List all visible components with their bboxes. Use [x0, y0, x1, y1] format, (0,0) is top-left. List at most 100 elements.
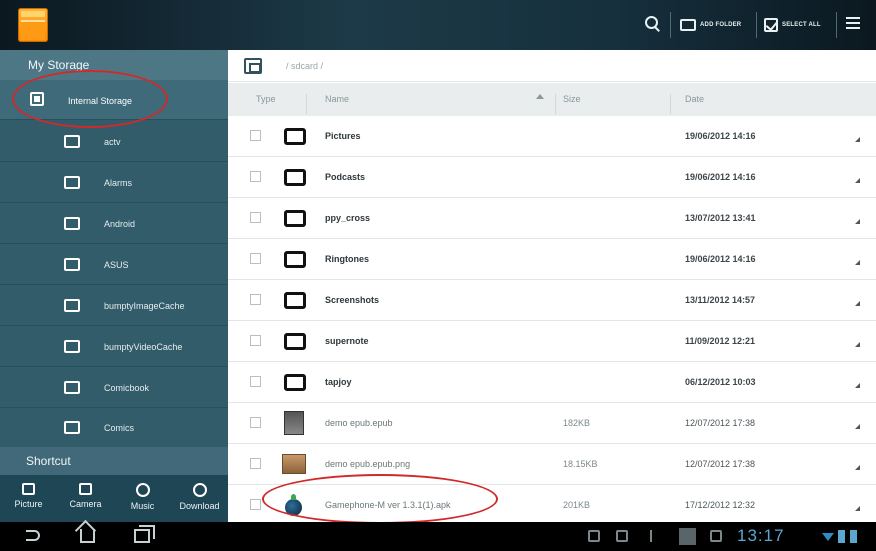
- file-date: 11/09/2012 12:21: [685, 336, 756, 346]
- row-menu-icon[interactable]: [855, 506, 860, 511]
- folder-icon: [64, 340, 80, 353]
- row-menu-icon[interactable]: [855, 178, 860, 183]
- file-row[interactable]: demo epub.epub 182KB 12/07/2012 17:38: [228, 403, 876, 444]
- row-menu-icon[interactable]: [855, 465, 860, 470]
- sidebar-item-internal-storage[interactable]: Internal Storage: [0, 80, 228, 120]
- file-row[interactable]: Gamephone-M ver 1.3.1(1).apk 201KB 17/12…: [228, 485, 876, 526]
- shortcut-label: Camera: [69, 499, 102, 509]
- sidebar-item-label: Android: [104, 219, 136, 229]
- file-row[interactable]: Ringtones 19/06/2012 14:16: [228, 239, 876, 280]
- sidebar-item-label: Comicbook: [104, 383, 150, 393]
- row-checkbox[interactable]: [250, 253, 261, 264]
- toolbar-divider: [836, 12, 837, 38]
- camera-icon: [79, 483, 92, 495]
- sidebar-item-label: Alarms: [104, 178, 133, 188]
- add-folder-button[interactable]: ADD FOLDER: [680, 13, 741, 37]
- search-icon[interactable]: [644, 15, 660, 31]
- file-row[interactable]: demo epub.epub.png 18.15KB 12/07/2012 17…: [228, 444, 876, 485]
- file-date: 19/06/2012 14:16: [685, 131, 756, 141]
- file-size: 182KB: [563, 418, 591, 428]
- sidebar-item-folder[interactable]: bumptyVideoCache: [0, 327, 228, 367]
- sidebar-item-folder[interactable]: ASUS: [0, 245, 228, 285]
- apk-file-icon: [284, 493, 304, 517]
- storage-icon: [30, 92, 44, 106]
- select-all-icon: [764, 18, 778, 32]
- file-date: 06/12/2012 10:03: [685, 377, 756, 387]
- back-icon[interactable]: [26, 530, 40, 541]
- sidebar-item-folder[interactable]: actv: [0, 122, 228, 162]
- folder-icon: [284, 128, 306, 145]
- row-menu-icon[interactable]: [855, 342, 860, 347]
- file-date: 19/06/2012 14:16: [685, 172, 756, 182]
- wifi-icon: [822, 533, 834, 541]
- music-icon: [135, 483, 150, 497]
- column-size[interactable]: Size: [563, 94, 581, 104]
- home-icon[interactable]: [80, 529, 95, 543]
- sidebar-item-folder[interactable]: Alarms: [0, 163, 228, 203]
- file-row[interactable]: Podcasts 19/06/2012 14:16: [228, 157, 876, 198]
- file-name: supernote: [325, 336, 369, 346]
- shortcut-label: Music: [130, 501, 155, 511]
- file-list-panel: / sdcard / Type Name Size Date Pictures …: [228, 50, 876, 526]
- row-menu-icon[interactable]: [855, 137, 860, 142]
- row-checkbox[interactable]: [250, 212, 261, 223]
- file-row[interactable]: Screenshots 13/11/2012 14:57: [228, 280, 876, 321]
- file-name: Pictures: [325, 131, 361, 141]
- storage-root-icon[interactable]: [244, 58, 262, 74]
- shortcut-music[interactable]: Music: [118, 475, 168, 522]
- folder-icon: [284, 292, 306, 309]
- sidebar-item-folder[interactable]: Comics: [0, 408, 228, 448]
- file-date: 12/07/2012 17:38: [685, 418, 756, 428]
- file-name: Podcasts: [325, 172, 366, 182]
- shortcut-label: Picture: [14, 499, 43, 509]
- column-type[interactable]: Type: [256, 94, 276, 104]
- row-menu-icon[interactable]: [855, 383, 860, 388]
- row-menu-icon[interactable]: [855, 424, 860, 429]
- select-all-label: SELECT ALL: [782, 22, 821, 28]
- file-row[interactable]: tapjoy 06/12/2012 10:03: [228, 362, 876, 403]
- epub-file-thumbnail: [284, 411, 304, 435]
- row-checkbox[interactable]: [250, 294, 261, 305]
- sidebar: My Storage Internal Storage actv Alarms …: [0, 50, 228, 522]
- file-manager-app: ADD FOLDER SELECT ALL My Storage Interna…: [0, 0, 876, 551]
- sidebar-item-folder[interactable]: bumptyImageCache: [0, 286, 228, 326]
- shortcut-download[interactable]: Download: [175, 475, 225, 522]
- row-checkbox[interactable]: [250, 130, 261, 141]
- folder-icon: [64, 258, 80, 271]
- column-date[interactable]: Date: [685, 94, 704, 104]
- toolbar-divider: [670, 12, 671, 38]
- sidebar-item-label: Comics: [104, 423, 135, 433]
- select-all-button[interactable]: SELECT ALL: [764, 13, 821, 37]
- row-checkbox[interactable]: [250, 171, 261, 182]
- row-checkbox[interactable]: [250, 417, 261, 428]
- recent-apps-icon[interactable]: [134, 525, 155, 543]
- row-menu-icon[interactable]: [855, 260, 860, 265]
- sidebar-item-folder[interactable]: Comicbook: [0, 368, 228, 408]
- overflow-menu-icon[interactable]: [846, 17, 860, 31]
- path-breadcrumb[interactable]: / sdcard /: [286, 61, 323, 71]
- row-checkbox[interactable]: [250, 335, 261, 346]
- sidebar-item-label: Internal Storage: [68, 96, 133, 106]
- row-menu-icon[interactable]: [855, 301, 860, 306]
- download-icon: [192, 483, 207, 497]
- shortcut-picture[interactable]: Picture: [4, 475, 54, 522]
- file-manager-app-icon[interactable]: [18, 8, 48, 42]
- sidebar-item-folder[interactable]: Android: [0, 204, 228, 244]
- file-row[interactable]: ppy_cross 13/07/2012 13:41: [228, 198, 876, 239]
- my-storage-header: My Storage: [0, 50, 228, 80]
- status-clock: 13:17: [737, 526, 785, 545]
- battery-icon: [838, 530, 845, 543]
- column-header-row: Type Name Size Date: [228, 83, 876, 116]
- file-row[interactable]: Pictures 19/06/2012 14:16: [228, 116, 876, 157]
- row-checkbox[interactable]: [250, 376, 261, 387]
- row-checkbox[interactable]: [250, 499, 261, 510]
- file-row[interactable]: supernote 11/09/2012 12:21: [228, 321, 876, 362]
- row-checkbox[interactable]: [250, 458, 261, 469]
- action-bar: ADD FOLDER SELECT ALL: [0, 0, 876, 50]
- folder-icon: [284, 169, 306, 186]
- sort-ascending-icon: [536, 94, 544, 99]
- column-name[interactable]: Name: [325, 94, 349, 104]
- column-divider: [555, 94, 556, 114]
- shortcut-camera[interactable]: Camera: [61, 475, 111, 522]
- row-menu-icon[interactable]: [855, 219, 860, 224]
